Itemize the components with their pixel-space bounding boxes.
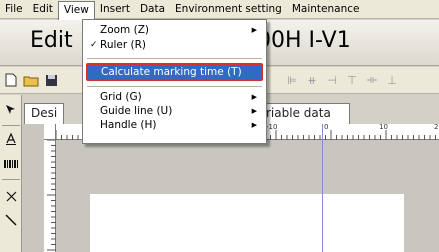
menu-item-zoom[interactable]: Zoom (Z) ▶ [84,24,265,37]
align-center-icon[interactable]: ⧺ [303,72,321,88]
align-top-icon[interactable]: ⊤ [343,72,361,88]
align-bottom-icon[interactable]: ⊥ [383,72,401,88]
menu-data[interactable]: Data [135,1,170,18]
menu-edit[interactable]: Edit [28,1,58,18]
menu-item-calculate-marking-time[interactable]: Calculate marking time (T) [86,63,263,81]
submenu-arrow-icon: ▶ [251,93,257,101]
menu-item-ruler[interactable]: ✓ Ruler (R) [84,39,265,52]
window-title-right: 00H I-V1 [257,28,351,53]
view-menu-dropdown: Zoom (Z) ▶ ✓ Ruler (R) Calculate marking… [82,19,267,144]
menu-item-grid[interactable]: Grid (G) ▶ [84,91,265,104]
ruler-label-10: 10 [379,123,388,131]
barcode-tool-icon[interactable] [2,153,20,175]
align-right-icon[interactable]: ⊣ [323,72,341,88]
label-sheet[interactable] [90,194,404,252]
text-tool-icon[interactable] [2,128,20,150]
ruler-label-20: 20 [434,123,439,131]
select-arrow-icon[interactable] [2,99,20,121]
submenu-arrow-icon: ▶ [251,26,257,34]
ruler-corner [44,124,56,140]
menu-insert[interactable]: Insert [95,1,135,18]
submenu-arrow-icon: ▶ [251,121,257,129]
open-folder-icon[interactable] [22,72,40,88]
window-title-left: Edit [30,28,73,53]
ruler-label-minus10: -10 [266,123,278,131]
tab-variable-data[interactable]: riable data [260,103,350,124]
menu-item-guide-line[interactable]: Guide line (U) ▶ [84,105,265,118]
menu-maintenance[interactable]: Maintenance [287,1,365,18]
align-middle-icon[interactable]: ⟛ [363,72,381,88]
save-icon[interactable] [42,72,60,88]
new-file-icon[interactable] [2,72,20,88]
menu-environment-setting[interactable]: Environment setting [170,1,287,18]
tab-design[interactable]: Desi [24,103,64,124]
line-tool-icon[interactable] [2,209,20,231]
checkmark-icon: ✓ [90,40,98,50]
submenu-arrow-icon: ▶ [251,107,257,115]
cross-tool-icon[interactable] [2,185,20,207]
menu-bar: File Edit View Insert Data Environment s… [0,0,439,20]
guide-line[interactable] [322,124,323,252]
align-left-icon[interactable]: ⊫ [283,72,301,88]
menu-file[interactable]: File [0,1,28,18]
left-tool-palette [0,95,22,252]
ruler-label-0: 0 [324,123,329,131]
menu-item-handle[interactable]: Handle (H) ▶ [84,119,265,132]
menu-view[interactable]: View [57,0,95,20]
vertical-ruler [44,140,56,252]
